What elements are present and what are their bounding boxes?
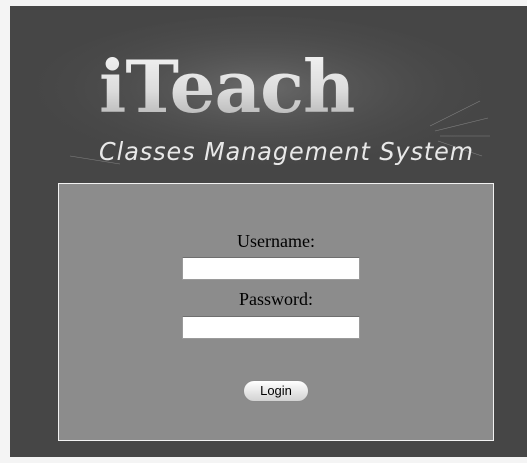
- login-panel: Username: Password: Login: [58, 183, 494, 441]
- login-button[interactable]: Login: [243, 380, 309, 402]
- app-frame: iTeach Classes Management System Usernam…: [10, 6, 527, 457]
- logo-header: iTeach Classes Management System: [10, 6, 527, 181]
- logo-title: iTeach: [99, 44, 354, 129]
- logo: iTeach Classes Management System: [30, 16, 490, 176]
- username-label: Username:: [237, 231, 315, 251]
- password-input[interactable]: [182, 316, 360, 339]
- logo-subtitle: Classes Management System: [99, 137, 474, 166]
- username-input[interactable]: [182, 257, 360, 280]
- password-label: Password:: [238, 289, 313, 309]
